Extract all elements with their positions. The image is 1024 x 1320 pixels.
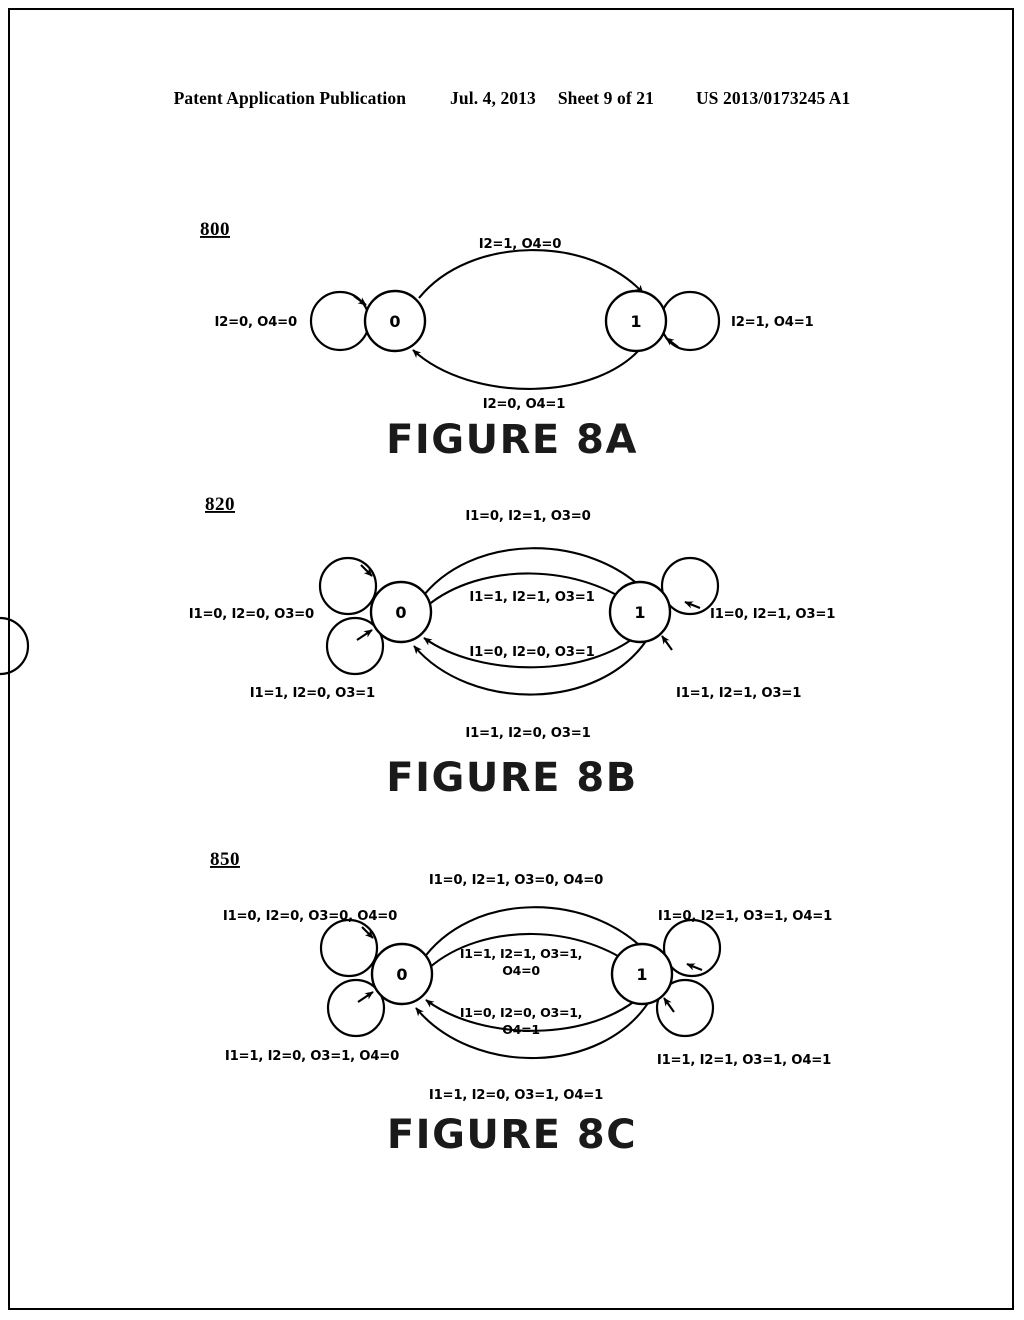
edge-0-to-1-top bbox=[418, 249, 644, 299]
header-publication-title: Patent Application Publication bbox=[173, 88, 407, 108]
state-label-0: 0 bbox=[396, 965, 407, 984]
label-edge-1-to-0: I2=0, O4=1 bbox=[483, 397, 566, 412]
label-edge-0-to-1: I2=1, O4=0 bbox=[479, 237, 562, 252]
label-self-loop-state-0: I2=0, O4=0 bbox=[214, 315, 297, 330]
label-edge-0-to-1-outer: I1=0, I2=1, O3=0 bbox=[465, 509, 590, 524]
self-loop-lower-arrow-state-0 bbox=[357, 991, 374, 1003]
self-loop-upper-arrow-state-1 bbox=[684, 601, 701, 609]
figure-8b-drawing: 820 0 1 I1=0, I2=0, O3=0 I1=1, I2=0, O3=… bbox=[0, 480, 1024, 760]
figure-8a: 800 0 1 I2=0, O4=0 I2=1, O4=1 I2=1, O4=0… bbox=[0, 195, 1024, 463]
self-loop-upper-state-0 bbox=[318, 556, 378, 616]
label-edge-0-to-1-inner: I1=1, I2=1, O3=1 bbox=[469, 590, 594, 605]
figure-8c-caption: FIGURE 8C bbox=[386, 1112, 638, 1158]
label-self-loop-lower-state-0: I1=1, I2=0, O3=1, O4=0 bbox=[225, 1049, 399, 1064]
label-edge-1-to-0-inner: I1=0, I2=0, O3=1 bbox=[469, 645, 594, 660]
state-label-1: 1 bbox=[634, 603, 645, 622]
state-label-0: 0 bbox=[389, 312, 400, 331]
label-self-loop-upper-state-0: I1=0, I2=0, O3=0 bbox=[189, 607, 314, 622]
label-edge-0-to-1-outer: I1=0, I2=1, O3=0, O4=0 bbox=[429, 873, 603, 888]
self-loop-lower-arrow-state-0 bbox=[356, 629, 373, 641]
figure-8b-reference-numeral: 820 bbox=[205, 494, 235, 515]
self-loop-lower-arrow-state-1 bbox=[663, 997, 675, 1013]
label-self-loop-lower-state-1: I1=1, I2=1, O3=1 bbox=[676, 686, 801, 701]
self-loop-lower-state-1 bbox=[0, 616, 30, 676]
state-label-1: 1 bbox=[630, 312, 641, 331]
header-document-number: US 2013/0173245 A1 bbox=[695, 88, 851, 108]
header-sheet-number: Sheet 9 of 21 bbox=[557, 88, 654, 108]
figure-8a-reference-numeral: 800 bbox=[200, 219, 230, 240]
label-edge-1-to-0-outer: I1=1, I2=0, O3=1 bbox=[465, 726, 590, 741]
label-self-loop-upper-state-0: I1=0, I2=0, O3=0, O4=0 bbox=[223, 909, 397, 924]
label-self-loop-upper-state-1: I1=0, I2=1, O3=1, O4=1 bbox=[658, 909, 832, 924]
figure-8c-drawing: 850 0 1 I1=0, I2=0, O3=0, O4=0 I1=1, I2=… bbox=[0, 840, 1024, 1115]
label-edge-1-to-0-inner-line2: O4=1 bbox=[502, 1022, 540, 1037]
figure-8a-caption: FIGURE 8A bbox=[386, 417, 638, 463]
state-label-1: 1 bbox=[636, 965, 647, 984]
label-edge-1-to-0-inner-line1: I1=0, I2=0, O3=1, bbox=[460, 1005, 582, 1020]
label-self-loop-upper-state-1: I1=0, I2=1, O3=1 bbox=[710, 607, 835, 622]
self-loop-arrow-state-1 bbox=[665, 337, 679, 348]
figure-8b: 820 0 1 I1=0, I2=0, O3=0 I1=1, I2=0, O3=… bbox=[0, 480, 1024, 801]
self-loop-upper-state-0 bbox=[319, 918, 379, 978]
publication-header: Patent Application Publication Jul. 4, 2… bbox=[0, 88, 1024, 109]
figure-8a-drawing: 800 0 1 I2=0, O4=0 I2=1, O4=1 I2=1, O4=0… bbox=[0, 195, 1024, 420]
label-edge-1-to-0-outer: I1=1, I2=0, O3=1, O4=1 bbox=[429, 1088, 603, 1103]
self-loop-lower-arrow-state-1 bbox=[661, 635, 673, 651]
label-self-loop-lower-state-1: I1=1, I2=1, O3=1, O4=1 bbox=[657, 1053, 831, 1068]
figure-8c: 850 0 1 I1=0, I2=0, O3=0, O4=0 I1=1, I2=… bbox=[0, 840, 1024, 1158]
figure-8b-caption: FIGURE 8B bbox=[386, 755, 638, 801]
label-edge-0-to-1-inner-line2: O4=0 bbox=[502, 963, 540, 978]
label-self-loop-lower-state-0: I1=1, I2=0, O3=1 bbox=[250, 686, 375, 701]
edge-1-to-0-bottom bbox=[412, 342, 646, 390]
self-loop-arrow-state-0 bbox=[353, 295, 367, 306]
self-loop-upper-arrow-state-1 bbox=[686, 963, 703, 971]
label-self-loop-state-1: I2=1, O4=1 bbox=[731, 315, 814, 330]
state-label-0: 0 bbox=[395, 603, 406, 622]
figure-8c-reference-numeral: 850 bbox=[210, 849, 240, 870]
label-edge-0-to-1-inner-line1: I1=1, I2=1, O3=1, bbox=[460, 946, 582, 961]
header-date: Jul. 4, 2013 bbox=[450, 88, 536, 108]
